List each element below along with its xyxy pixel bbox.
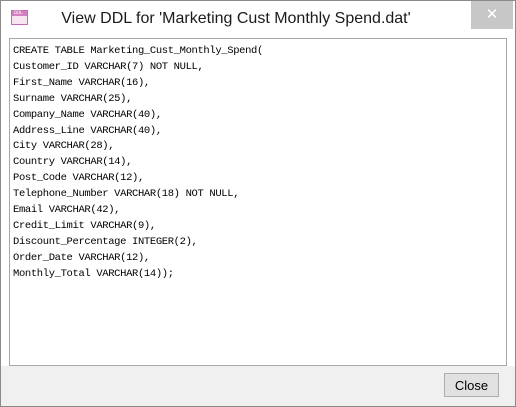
ddl-text-area[interactable]: CREATE TABLE Marketing_Cust_Monthly_Spen… — [9, 38, 507, 366]
ddl-line: Order_Date VARCHAR(12), — [13, 251, 150, 264]
ddl-line: Customer_ID VARCHAR(7) NOT NULL, — [13, 60, 204, 73]
ddl-code: CREATE TABLE Marketing_Cust_Monthly_Spen… — [10, 39, 506, 283]
ddl-dialog: DDL View DDL for 'Marketing Cust Monthly… — [0, 0, 516, 407]
title-bar[interactable]: DDL View DDL for 'Marketing Cust Monthly… — [1, 1, 515, 38]
ddl-line: Address_Line VARCHAR(40), — [13, 124, 162, 137]
ddl-line: Post_Code VARCHAR(12), — [13, 172, 144, 185]
dialog-footer: Close — [1, 366, 515, 406]
ddl-line: Discount_Percentage INTEGER(2), — [13, 235, 198, 248]
window-title: View DDL for 'Marketing Cust Monthly Spe… — [61, 10, 411, 27]
ddl-line: CREATE TABLE Marketing_Cust_Monthly_Spen… — [13, 45, 263, 57]
ddl-line: City VARCHAR(28), — [13, 140, 115, 153]
ddl-line: Credit_Limit VARCHAR(9), — [13, 219, 156, 232]
ddl-line: First_Name VARCHAR(16), — [13, 76, 150, 89]
ddl-line: Company_Name VARCHAR(40), — [13, 108, 162, 121]
close-icon: ✕ — [485, 5, 499, 23]
ddl-line: Surname VARCHAR(25), — [13, 92, 133, 105]
ddl-line: Monthly_Total VARCHAR(14)); — [13, 267, 174, 280]
close-window-button[interactable]: ✕ — [471, 1, 513, 29]
ddl-line: Country VARCHAR(14), — [13, 156, 133, 169]
ddl-line: Telephone_Number VARCHAR(18) NOT NULL, — [13, 188, 240, 201]
close-button[interactable]: Close — [444, 373, 499, 397]
ddl-line: Email VARCHAR(42), — [13, 204, 121, 217]
